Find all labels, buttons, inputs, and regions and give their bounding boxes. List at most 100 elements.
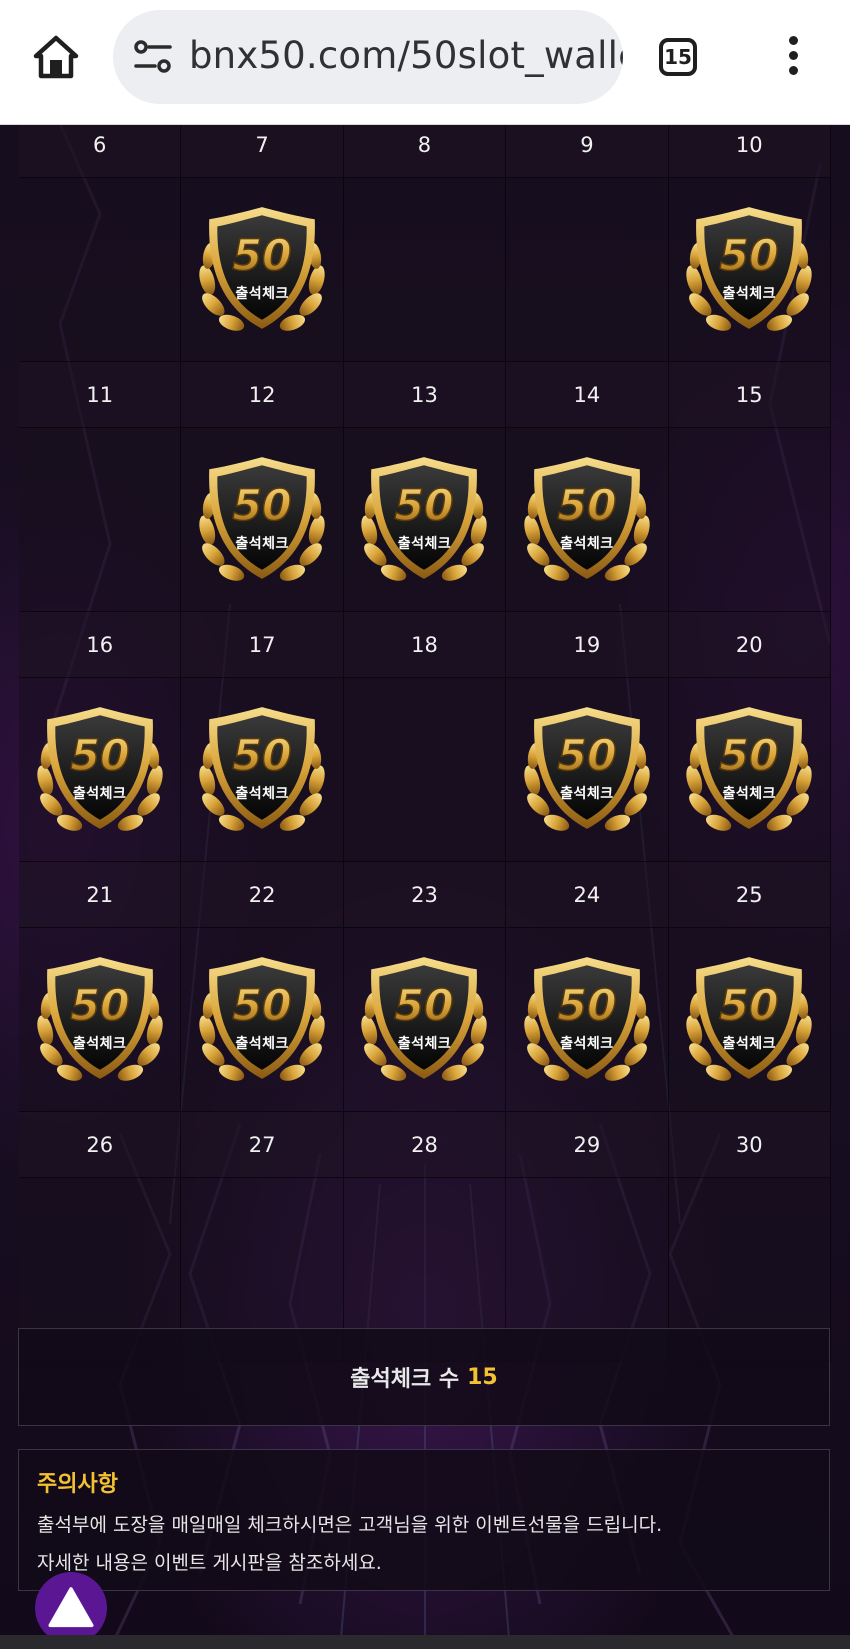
svg-text:50: 50 — [557, 731, 616, 781]
attendance-stamp-badge: 50 — [199, 206, 325, 331]
stamp-cell-day-21: 50 출석체크 — [19, 928, 182, 1112]
stamp-label: 출석체크 — [560, 1036, 614, 1052]
svg-text:50: 50 — [232, 981, 291, 1031]
attendance-stamp-badge: 50 — [686, 206, 812, 331]
stamp-cell-day-19: 50 출석체크 — [506, 678, 669, 862]
attendance-stamp-badge: 50 — [199, 456, 325, 581]
triangle-up-icon — [48, 1587, 94, 1628]
stamp-cell-day-7: 50 출석체크 — [181, 178, 344, 362]
stamp-label: 출석체크 — [560, 536, 614, 552]
empty-stamp-cell-day-8 — [343, 178, 507, 362]
empty-stamp-cell-day-6 — [19, 178, 182, 362]
calendar-day-11: 11 — [19, 362, 182, 428]
stamp-label: 출석체크 — [235, 536, 289, 552]
stamp-cell-day-20: 50 출석체크 — [668, 678, 831, 862]
calendar-day-22: 22 — [181, 862, 344, 928]
tune-icon[interactable] — [133, 38, 173, 76]
home-icon[interactable] — [30, 32, 82, 84]
stamp-label: 출석체크 — [235, 286, 289, 302]
empty-stamp-cell-day-15 — [668, 428, 831, 612]
stamp-cell-day-17: 50 출석체크 — [181, 678, 344, 862]
calendar-day-29: 29 — [506, 1112, 669, 1178]
stamp-label: 출석체크 — [560, 786, 614, 802]
notice-box: 주의사항 출석부에 도장을 매일매일 체크하시면은 고객님을 위한 이벤트선물을… — [18, 1449, 830, 1591]
calendar-day-13: 13 — [343, 362, 507, 428]
calendar-day-9: 9 — [506, 124, 669, 178]
stamp-cell-day-12: 50 출석체크 — [181, 428, 344, 612]
calendar-day-19: 19 — [506, 612, 669, 678]
empty-stamp-cell-day-11 — [19, 428, 182, 612]
svg-text:50: 50 — [232, 231, 291, 281]
stamp-cell-day-16: 50 출석체크 — [19, 678, 182, 862]
notice-text: 자세한 내용은 이벤트 게시판을 참조하세요. — [37, 1552, 382, 1574]
attendance-stamp-badge: 50 — [686, 706, 812, 831]
stamp-label: 출석체크 — [72, 786, 127, 802]
svg-text:50: 50 — [557, 481, 616, 531]
stamp-label: 출석체크 — [722, 1036, 777, 1052]
calendar-day-15: 15 — [668, 362, 831, 428]
svg-text:50: 50 — [70, 981, 129, 1031]
calendar-day-30: 30 — [668, 1112, 831, 1178]
stamp-label: 출석체크 — [72, 1036, 127, 1052]
attendance-stamp-badge: 50 — [37, 956, 163, 1081]
calendar-day-12: 12 — [181, 362, 344, 428]
stamp-cell-day-25: 50 출석체크 — [668, 928, 831, 1112]
notice-title: 주의사항 — [37, 1472, 118, 1497]
svg-text:50: 50 — [395, 981, 454, 1031]
calendar-day-16: 16 — [19, 612, 182, 678]
calendar-day-21: 21 — [19, 862, 182, 928]
svg-text:50: 50 — [557, 981, 616, 1031]
attendance-stamp-badge: 50 — [361, 456, 488, 581]
tab-switcher-button[interactable]: 15 — [659, 38, 697, 76]
stamp-cell-day-13: 50 출석체크 — [343, 428, 507, 612]
empty-stamp-cell-day-9 — [506, 178, 669, 362]
svg-text:50: 50 — [720, 731, 779, 781]
calendar-day-24: 24 — [506, 862, 669, 928]
calendar-day-28: 28 — [343, 1112, 507, 1178]
svg-text:50: 50 — [720, 231, 779, 281]
calendar-day-7: 7 — [181, 124, 344, 178]
calendar-day-18: 18 — [343, 612, 507, 678]
notice-text: 출석부에 도장을 매일매일 체크하시면은 고객님을 위한 이벤트선물을 드립니다… — [37, 1514, 663, 1536]
svg-text:50: 50 — [395, 481, 454, 531]
scroll-top-button[interactable] — [35, 1572, 107, 1644]
address-bar[interactable]: bnx50.com/50slot_walle — [113, 10, 623, 104]
calendar-day-25: 25 — [668, 862, 831, 928]
attendance-stamp-badge: 50 — [686, 956, 812, 1081]
svg-text:50: 50 — [720, 981, 779, 1031]
calendar-day-27: 27 — [181, 1112, 344, 1178]
calendar-day-23: 23 — [343, 862, 507, 928]
stamp-cell-day-23: 50 출석체크 — [343, 928, 507, 1112]
calendar-day-10: 10 — [668, 124, 831, 178]
calendar-day-8: 8 — [343, 124, 507, 178]
attendance-stamp-badge: 50 — [199, 956, 325, 1081]
attendance-stamp-badge: 50 — [37, 706, 163, 831]
calendar-day-26: 26 — [19, 1112, 182, 1178]
bottom-bar — [0, 1635, 850, 1649]
svg-text:50: 50 — [232, 731, 291, 781]
stamp-label: 출석체크 — [397, 1036, 452, 1052]
page-content: 6 7 8 9 10 50 출석체크 50 출석체크 11 12 13 14 1… — [0, 124, 850, 1649]
stamp-cell-day-10: 50 출석체크 — [668, 178, 831, 362]
browser-toolbar: bnx50.com/50slot_walle 15 — [0, 0, 850, 125]
stamp-label: 출석체크 — [722, 786, 777, 802]
calendar-day-14: 14 — [506, 362, 669, 428]
url-text: bnx50.com/50slot_walle — [189, 34, 623, 77]
stamp-label: 출석체크 — [235, 786, 289, 802]
attendance-stamp-badge: 50 — [199, 706, 325, 831]
attendance-calendar: 6 7 8 9 10 50 출석체크 50 출석체크 11 12 13 14 1… — [19, 124, 831, 1362]
stamp-cell-day-24: 50 출석체크 — [506, 928, 669, 1112]
attendance-count-label: 출석체크 수 — [350, 1367, 460, 1392]
calendar-day-17: 17 — [181, 612, 344, 678]
stamp-label: 출석체크 — [397, 536, 452, 552]
more-vert-icon[interactable] — [780, 36, 806, 80]
stamp-label: 출석체크 — [235, 1036, 289, 1052]
attendance-stamp-badge: 50 — [524, 706, 650, 831]
svg-text:50: 50 — [232, 481, 291, 531]
attendance-stamp-badge: 50 — [524, 456, 650, 581]
calendar-day-6: 6 — [19, 124, 182, 178]
attendance-stamp-badge: 50 — [524, 956, 650, 1081]
attendance-count-value: 15 — [467, 1364, 498, 1390]
attendance-count-box: 출석체크 수 15 — [18, 1328, 830, 1426]
stamp-cell-day-22: 50 출석체크 — [181, 928, 344, 1112]
